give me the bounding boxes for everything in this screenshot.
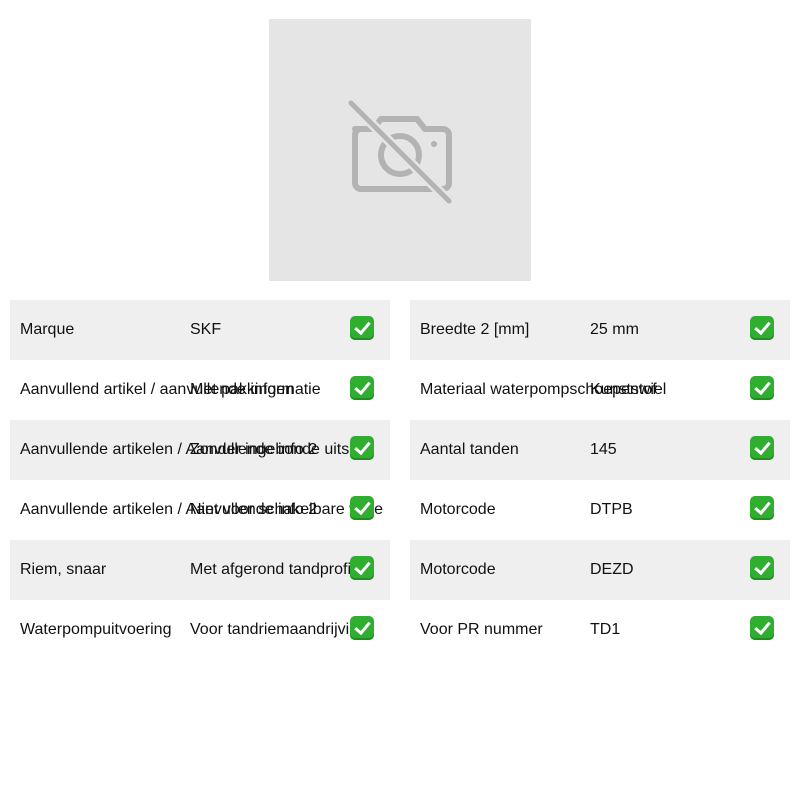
check-mark-icon [750,616,774,640]
spec-label: Motorcode [420,561,496,578]
spec-label: Breedte 2 [mm] [420,321,530,338]
spec-value: Met pakkingen [190,381,295,398]
spec-value: TD1 [590,621,621,638]
spec-row: Breedte 2 [mm] 25 mm [410,300,790,360]
check-mark-icon [350,556,374,580]
spec-label: Motorcode [420,501,496,518]
check-mark-icon [750,496,774,520]
spec-label: Marque [20,321,75,338]
spec-value: Kunststof [590,381,657,398]
spec-row: Materiaal waterpompschoepenwiel Kunststo… [410,360,790,420]
spec-row: Marque SKF [10,300,390,360]
spec-row: Waterpompuitvoering Voor tandriemaandrij… [10,600,390,660]
spec-row: Aanvullende artikelen / Aanvullende info… [10,420,390,480]
spec-label: Waterpompuitvoering [20,621,172,638]
spec-label: Voor PR nummer [420,621,543,638]
check-mark-icon [350,496,374,520]
spec-value: SKF [190,321,222,338]
spec-value: 145 [590,441,617,458]
spec-row: Aanvullend artikel / aanvullende informa… [10,360,390,420]
check-mark-icon [750,376,774,400]
specs-table-left: Marque SKF Aanvullend artikel / aanvulle… [10,300,390,660]
check-mark-icon [750,316,774,340]
spec-row: Motorcode DEZD [410,540,790,600]
spec-value: DEZD [590,561,634,578]
spec-value: Zonder ingebonde uitsch [190,441,367,458]
specs-table-right: Breedte 2 [mm] 25 mm Materiaal waterpomp… [410,300,790,660]
product-detail-page: Marque SKF Aanvullend artikel / aanvulle… [0,0,800,800]
spec-row: Aantal tanden 145 [410,420,790,480]
check-mark-icon [350,616,374,640]
spec-row: Voor PR nummer TD1 [410,600,790,660]
check-mark-icon [750,556,774,580]
spec-row: Motorcode DTPB [410,480,790,540]
spec-value: Met afgerond tandprofiel [190,561,364,578]
spec-value: 25 mm [590,321,639,338]
spec-row: Aanvullende artikelen / Aanvullende info… [10,480,390,540]
spec-label: Aantal tanden [420,441,519,458]
no-photo-icon [347,99,453,205]
check-mark-icon [350,436,374,460]
check-mark-icon [350,316,374,340]
spec-value: DTPB [590,501,633,518]
spec-row: Riem, snaar Met afgerond tandprofiel [10,540,390,600]
spec-label: Riem, snaar [20,561,107,578]
check-mark-icon [350,376,374,400]
spec-value: Voor tandriemaandrijving [190,621,367,638]
check-mark-icon [750,436,774,460]
product-image-placeholder [269,19,531,281]
